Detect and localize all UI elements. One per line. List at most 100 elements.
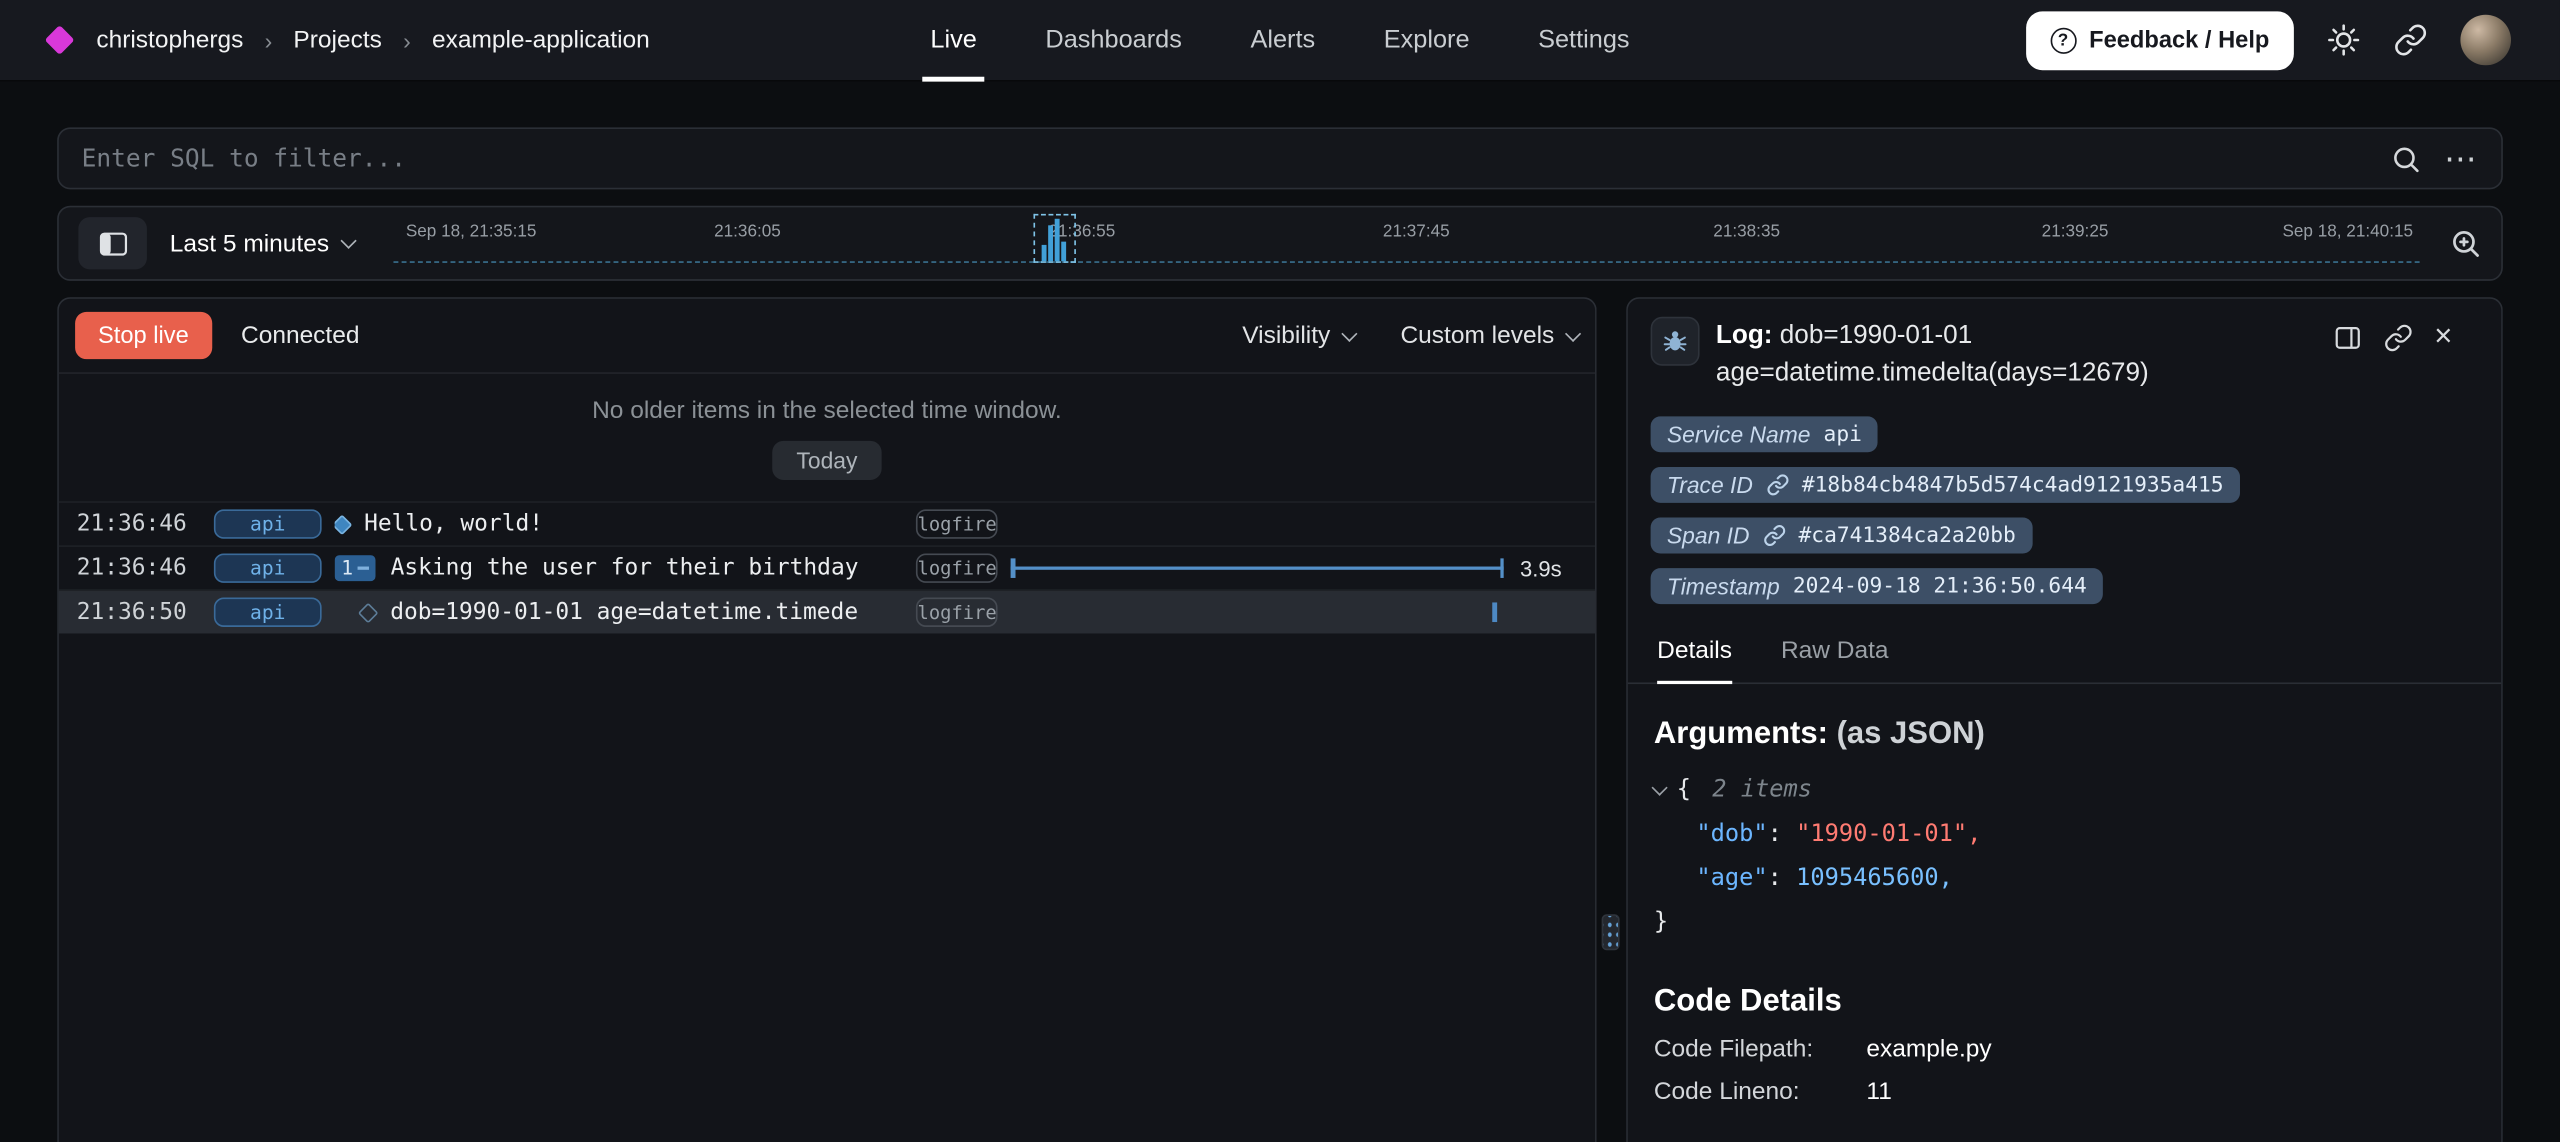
empty-window-message: No older items in the selected time wind… <box>59 397 1595 425</box>
service-badge: api <box>214 598 322 627</box>
code-lineno-value: 11 <box>1866 1077 1891 1105</box>
timeline-tick: Sep 18, 21:40:15 <box>2282 222 2413 242</box>
timeline-tick: 21:37:45 <box>1383 222 1450 242</box>
breadcrumb-project-name[interactable]: example-application <box>432 26 650 54</box>
live-panel-header: Stop live Connected Visibility Custom le… <box>59 299 1595 374</box>
span-id-pill[interactable]: Span ID #ca741384ca2a20bb <box>1651 518 2032 554</box>
feedback-help-button[interactable]: ? Feedback / Help <box>2025 11 2293 70</box>
details-header-actions: × <box>2333 317 2452 393</box>
details-title-label: Log: <box>1716 322 1773 350</box>
today-button[interactable]: Today <box>772 441 882 480</box>
log-level-diamond-icon <box>335 514 353 535</box>
service-name-pill[interactable]: Service Name api <box>1651 417 1879 453</box>
json-viewer: { 2 items "dob": "1990-01-01", "age": 10… <box>1654 770 2475 945</box>
chevron-down-icon <box>1341 325 1357 341</box>
copy-link-icon[interactable] <box>2384 323 2413 352</box>
details-tabs: Details Raw Data <box>1628 637 2501 684</box>
arguments-heading: Arguments: (as JSON) <box>1654 717 2475 753</box>
json-collapse-icon[interactable] <box>1652 780 1668 796</box>
panel-layout-icon[interactable] <box>2333 323 2362 352</box>
main-nav-tabs: Live Dashboards Alerts Explore Settings <box>896 0 1664 81</box>
bug-icon <box>1660 327 1689 356</box>
details-body: Arguments: (as JSON) { 2 items "dob": "1… <box>1651 685 2479 1105</box>
sql-filter-bar: ⋯ <box>57 127 2503 189</box>
tab-raw-data[interactable]: Raw Data <box>1781 637 1889 683</box>
more-options-icon[interactable]: ⋯ <box>2444 138 2478 179</box>
code-filepath-row: Code Filepath: example.py <box>1654 1034 2475 1062</box>
tab-explore[interactable]: Explore <box>1349 0 1503 81</box>
log-message: dob=1990-01-01 age=datetime.timede <box>390 599 858 625</box>
span-duration-label: 3.9s <box>1520 556 1595 580</box>
scope-tag: logfire <box>916 553 998 582</box>
link-icon <box>1763 525 1786 548</box>
share-link-button[interactable] <box>2393 23 2427 57</box>
stop-live-button[interactable]: Stop live <box>75 312 212 359</box>
log-row-selected[interactable]: 21:36:50 api dob=1990-01-01 age=datetime… <box>59 589 1595 633</box>
close-icon[interactable]: × <box>2434 323 2452 352</box>
breadcrumb-separator-icon: › <box>265 27 273 53</box>
json-close-brace: } <box>1654 901 2475 945</box>
service-badge: api <box>214 553 322 582</box>
collapse-dash-icon <box>358 567 369 570</box>
logfire-logo-icon[interactable] <box>45 25 75 55</box>
log-row[interactable]: 21:36:46 api Hello, world! logfire <box>59 501 1595 545</box>
log-row[interactable]: 21:36:46 api 1 Asking the user for their… <box>59 545 1595 589</box>
code-details-heading: Code Details <box>1654 984 2475 1020</box>
custom-levels-dropdown[interactable]: Custom levels <box>1400 322 1578 350</box>
details-title: Log: dob=1990-01-01 age=datetime.timedel… <box>1716 317 2317 393</box>
timeline-zoom-button[interactable] <box>2449 227 2482 260</box>
code-lineno-row: Code Lineno: 11 <box>1654 1077 2475 1105</box>
connection-status: Connected <box>241 322 359 350</box>
timestamp-pill[interactable]: Timestamp 2024-09-18 21:36:50.644 <box>1651 569 2103 605</box>
code-filepath-label: Code Filepath: <box>1654 1034 1860 1062</box>
user-avatar[interactable] <box>2460 15 2511 66</box>
code-filepath-value: example.py <box>1866 1034 1991 1062</box>
breadcrumb-org[interactable]: christophergs <box>96 26 243 54</box>
feedback-help-label: Feedback / Help <box>2089 27 2269 53</box>
histogram-bar <box>1054 219 1059 261</box>
json-open-brace: { <box>1677 770 1691 814</box>
timeline-track[interactable]: Sep 18, 21:35:15 21:36:05 21:36:55 21:37… <box>393 207 2420 279</box>
tab-details[interactable]: Details <box>1657 637 1732 683</box>
sidebar-toggle-icon <box>99 231 127 255</box>
sql-filter-input[interactable] <box>82 144 2391 173</box>
histogram-bar <box>1041 245 1046 261</box>
span-tick <box>1492 602 1497 622</box>
time-range-select[interactable]: Last 5 minutes <box>170 229 354 257</box>
log-timestamp: 21:36:46 <box>59 555 214 581</box>
visibility-dropdown[interactable]: Visibility <box>1242 322 1354 350</box>
theme-toggle-button[interactable] <box>2327 23 2361 57</box>
details-header: Log: dob=1990-01-01 age=datetime.timedel… <box>1651 299 2479 393</box>
json-entry: "age": 1095465600, <box>1654 857 2475 901</box>
visibility-label: Visibility <box>1242 322 1330 350</box>
trace-id-pill[interactable]: Trace ID #18b84cb4847b5d574c4ad9121935a4… <box>1651 468 2240 504</box>
timeline-panel: Last 5 minutes Sep 18, 21:35:15 21:36:05… <box>57 206 2503 281</box>
custom-levels-label: Custom levels <box>1400 322 1554 350</box>
collapse-toggle[interactable]: 1 <box>335 555 376 581</box>
panel-resize-handle[interactable] <box>1602 914 1620 950</box>
link-icon <box>1766 474 1789 497</box>
help-icon: ? <box>2050 27 2076 53</box>
json-items-count: 2 items <box>1712 770 1812 814</box>
search-icon[interactable] <box>2390 143 2421 174</box>
timeline-baseline <box>393 261 2420 263</box>
details-title-text: dob=1990-01-01 age=datetime.timedelta(da… <box>1716 322 2149 388</box>
chevron-down-icon <box>340 233 356 249</box>
link-icon <box>2393 23 2427 57</box>
tab-settings[interactable]: Settings <box>1504 0 1664 81</box>
metadata-pills: Service Name api Trace ID #18b84cb4847b5… <box>1651 417 2479 605</box>
page-content: ⋯ Last 5 minutes Sep 18, 21:35:15 21:36:… <box>0 127 2560 1142</box>
app-root: christophergs › Projects › example-appli… <box>0 0 2560 1142</box>
tab-dashboards[interactable]: Dashboards <box>1011 0 1216 81</box>
log-type-icon-box <box>1651 317 1700 366</box>
log-message: Asking the user for their birthday <box>391 555 859 581</box>
sidebar-toggle-button[interactable] <box>78 217 147 269</box>
log-details-panel: Log: dob=1990-01-01 age=datetime.timedel… <box>1626 297 2503 1142</box>
tab-live[interactable]: Live <box>896 0 1011 81</box>
json-entry: "dob": "1990-01-01", <box>1654 813 2475 857</box>
log-timestamp: 21:36:50 <box>59 599 214 625</box>
sun-icon <box>2327 23 2361 57</box>
tab-alerts[interactable]: Alerts <box>1216 0 1349 81</box>
histogram-bar <box>1048 225 1053 261</box>
breadcrumb-projects[interactable]: Projects <box>293 26 381 54</box>
